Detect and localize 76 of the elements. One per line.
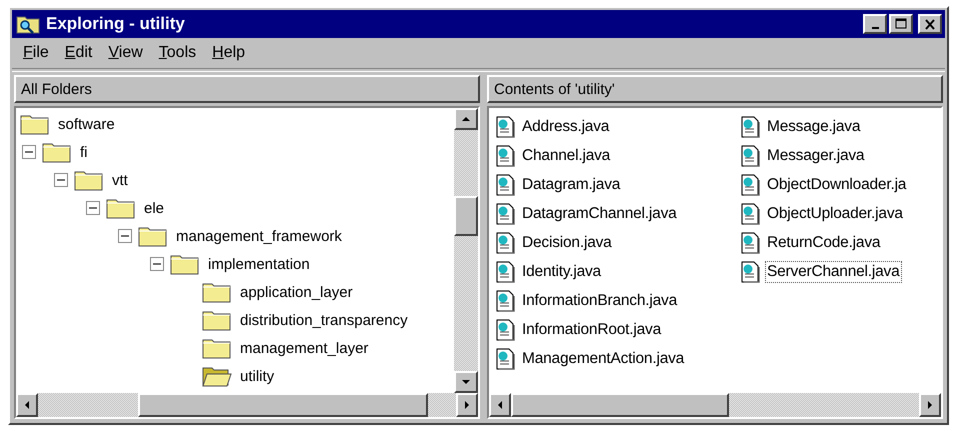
collapse-icon[interactable]: [86, 201, 100, 215]
java-file-name[interactable]: ObjectUploader.java: [765, 202, 905, 224]
minimize-icon: [872, 27, 878, 29]
scroll-right-button[interactable]: [456, 393, 478, 417]
scroll-left-button[interactable]: [489, 393, 511, 417]
collapse-icon[interactable]: [118, 229, 132, 243]
java-file-name[interactable]: Identity.java: [520, 260, 603, 282]
scroll-right-button[interactable]: [919, 393, 941, 417]
java-file-name[interactable]: ObjectDownloader.ja: [765, 174, 908, 196]
java-file-icon: [495, 174, 515, 196]
java-file-name[interactable]: ReturnCode.java: [765, 232, 882, 254]
menu-item[interactable]: Edit: [58, 42, 100, 64]
scrollbar-thumb[interactable]: [511, 393, 729, 417]
java-file-name[interactable]: InformationRoot.java: [520, 318, 664, 340]
right-arrow-icon: [463, 400, 471, 410]
java-file-icon: [740, 116, 760, 138]
maximize-button[interactable]: [889, 14, 913, 34]
vertical-scrollbar[interactable]: [454, 108, 478, 393]
java-file-icon: [495, 116, 515, 138]
left-arrow-icon: [23, 400, 31, 410]
folder-item[interactable]: fi: [78, 142, 90, 162]
scroll-left-button[interactable]: [16, 393, 38, 417]
scrollbar-thumb[interactable]: [138, 393, 428, 417]
java-file-icon: [495, 260, 515, 282]
scroll-down-button[interactable]: [454, 371, 478, 393]
java-file-icon: [740, 144, 760, 166]
menu-item[interactable]: Tools: [152, 42, 204, 64]
horizontal-scrollbar[interactable]: [489, 393, 941, 417]
close-button[interactable]: [918, 14, 942, 34]
collapse-icon[interactable]: [150, 257, 164, 271]
collapse-icon[interactable]: [54, 173, 68, 187]
menu-item[interactable]: View: [101, 42, 150, 64]
java-file-icon: [495, 144, 515, 166]
java-file-name[interactable]: ServerChannel.java: [765, 260, 902, 282]
folder-item[interactable]: ele: [142, 198, 166, 218]
java-file-icon: [740, 260, 760, 282]
up-arrow-icon: [461, 115, 471, 123]
maximize-icon: [895, 18, 907, 30]
folder-item[interactable]: vtt: [110, 170, 130, 190]
java-file-name[interactable]: Message.java: [765, 116, 862, 138]
close-icon: [924, 18, 936, 30]
java-file-name[interactable]: DatagramChannel.java: [520, 202, 679, 224]
java-file-icon: [740, 202, 760, 224]
java-file-icon: [495, 318, 515, 340]
window-title: Exploring - utility: [46, 14, 186, 34]
java-file-icon: [495, 232, 515, 254]
java-file-name[interactable]: Decision.java: [520, 232, 614, 254]
left-arrow-icon: [496, 400, 504, 410]
down-arrow-icon: [461, 378, 471, 386]
menu-item[interactable]: File: [16, 42, 56, 64]
pane-header: Contents of 'utility': [487, 75, 943, 103]
horizontal-scrollbar[interactable]: [16, 393, 478, 417]
java-file-name[interactable]: InformationBranch.java: [520, 290, 679, 312]
java-file-name[interactable]: ManagementAction.java: [520, 348, 686, 370]
java-file-icon: [740, 174, 760, 196]
folder-item[interactable]: distribution_transparency: [238, 310, 410, 330]
java-file-icon: [495, 290, 515, 312]
java-file-name[interactable]: Messager.java: [765, 144, 866, 166]
java-file-icon: [495, 348, 515, 370]
folder-item[interactable]: application_layer: [238, 282, 355, 302]
collapse-icon[interactable]: [22, 145, 36, 159]
java-file-name[interactable]: Address.java: [520, 116, 612, 138]
right-arrow-icon: [926, 400, 934, 410]
folder-item[interactable]: software: [56, 114, 117, 134]
pane-header: All Folders: [14, 75, 480, 103]
java-file-name[interactable]: Channel.java: [520, 144, 612, 166]
folder-item[interactable]: management_layer: [238, 338, 370, 358]
java-file-icon: [740, 232, 760, 254]
scrollbar-thumb[interactable]: [454, 196, 478, 236]
folder-item[interactable]: implementation: [206, 254, 312, 274]
scroll-up-button[interactable]: [454, 108, 478, 130]
folder-item[interactable]: management_framework: [174, 226, 344, 246]
java-file-icon: [495, 202, 515, 224]
menu-item[interactable]: Help: [205, 42, 252, 64]
minimize-button[interactable]: [863, 14, 887, 34]
java-file-name[interactable]: Datagram.java: [520, 174, 622, 196]
